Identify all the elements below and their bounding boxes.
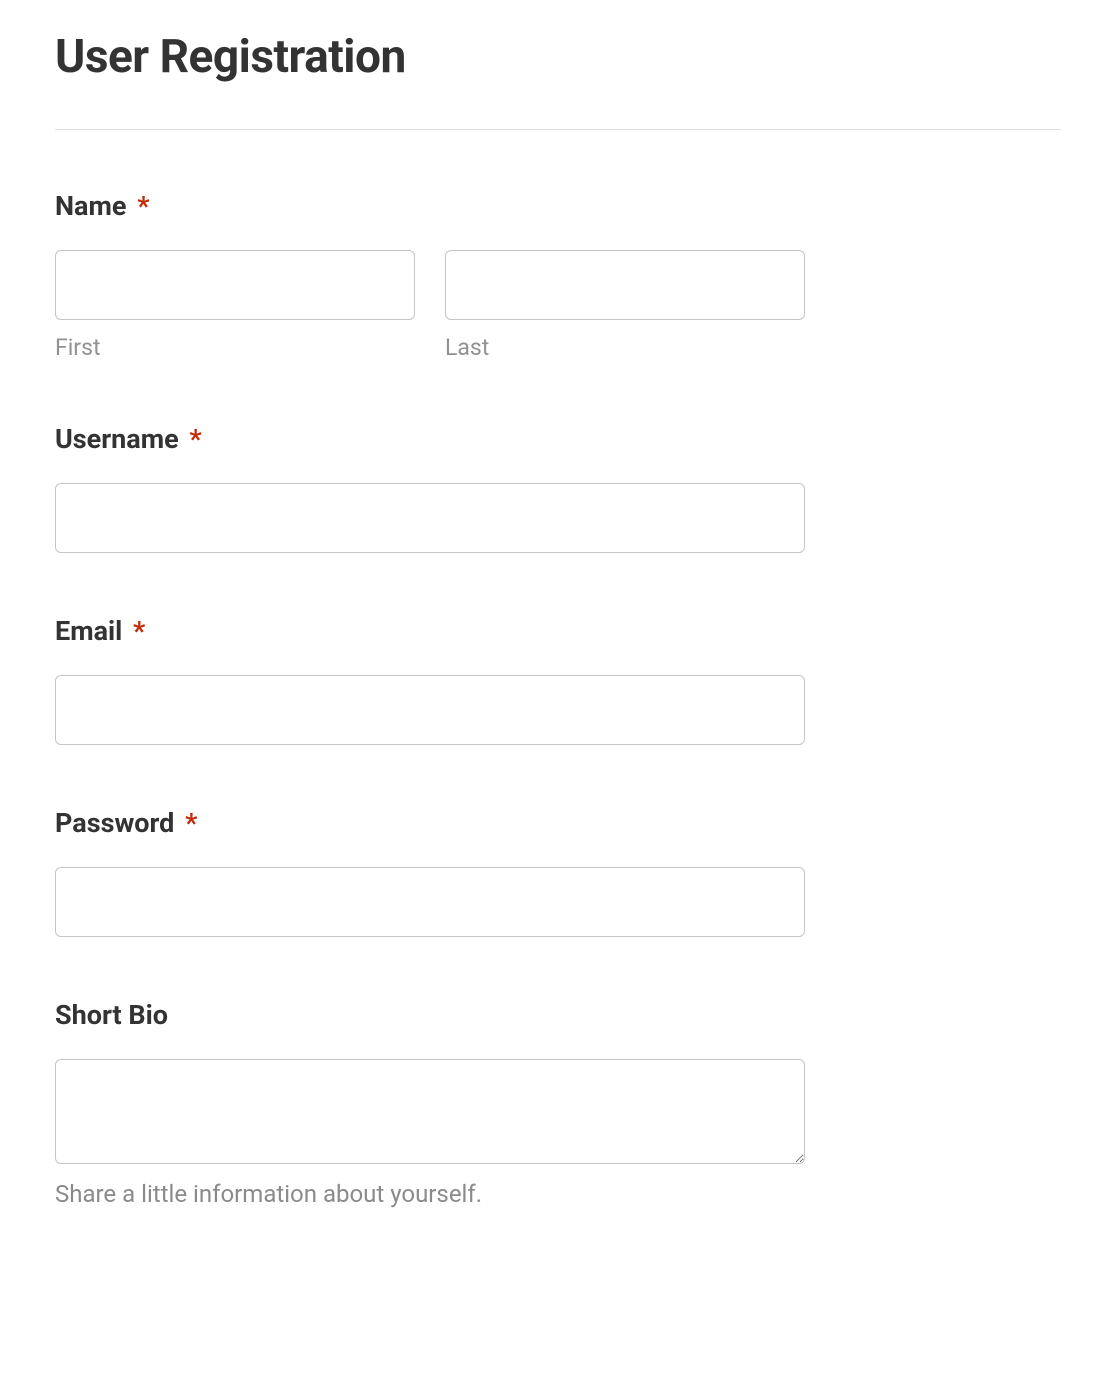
email-label: Email *: [55, 615, 1061, 647]
first-name-sublabel: First: [55, 334, 415, 361]
name-label: Name *: [55, 190, 1061, 222]
email-label-text: Email: [55, 615, 122, 647]
bio-label: Short Bio: [55, 999, 1061, 1031]
field-group-username: Username *: [55, 423, 1061, 553]
page-title: User Registration: [55, 30, 1061, 84]
required-mark-icon: *: [189, 423, 201, 455]
first-name-input[interactable]: [55, 250, 415, 320]
divider: [55, 129, 1061, 130]
name-row: First Last: [55, 250, 805, 361]
field-group-password: Password *: [55, 807, 1061, 937]
username-input[interactable]: [55, 483, 805, 553]
username-label: Username *: [55, 423, 1061, 455]
last-name-sublabel: Last: [445, 334, 805, 361]
password-input[interactable]: [55, 867, 805, 937]
first-name-col: First: [55, 250, 415, 361]
bio-textarea[interactable]: [55, 1059, 805, 1164]
bio-help-text: Share a little information about yoursel…: [55, 1180, 1061, 1208]
username-label-text: Username: [55, 423, 179, 455]
last-name-col: Last: [445, 250, 805, 361]
name-label-text: Name: [55, 190, 126, 222]
registration-form: Name * First Last Username * Email *: [55, 190, 1061, 1208]
bio-label-text: Short Bio: [55, 999, 168, 1031]
last-name-input[interactable]: [445, 250, 805, 320]
email-input[interactable]: [55, 675, 805, 745]
required-mark-icon: *: [133, 615, 145, 647]
field-group-name: Name * First Last: [55, 190, 1061, 361]
password-label-text: Password: [55, 807, 174, 839]
required-mark-icon: *: [185, 807, 197, 839]
field-group-email: Email *: [55, 615, 1061, 745]
password-wrap: [55, 867, 805, 937]
required-mark-icon: *: [137, 190, 149, 222]
password-label: Password *: [55, 807, 1061, 839]
field-group-bio: Short Bio Share a little information abo…: [55, 999, 1061, 1208]
username-wrap: [55, 483, 805, 553]
email-wrap: [55, 675, 805, 745]
